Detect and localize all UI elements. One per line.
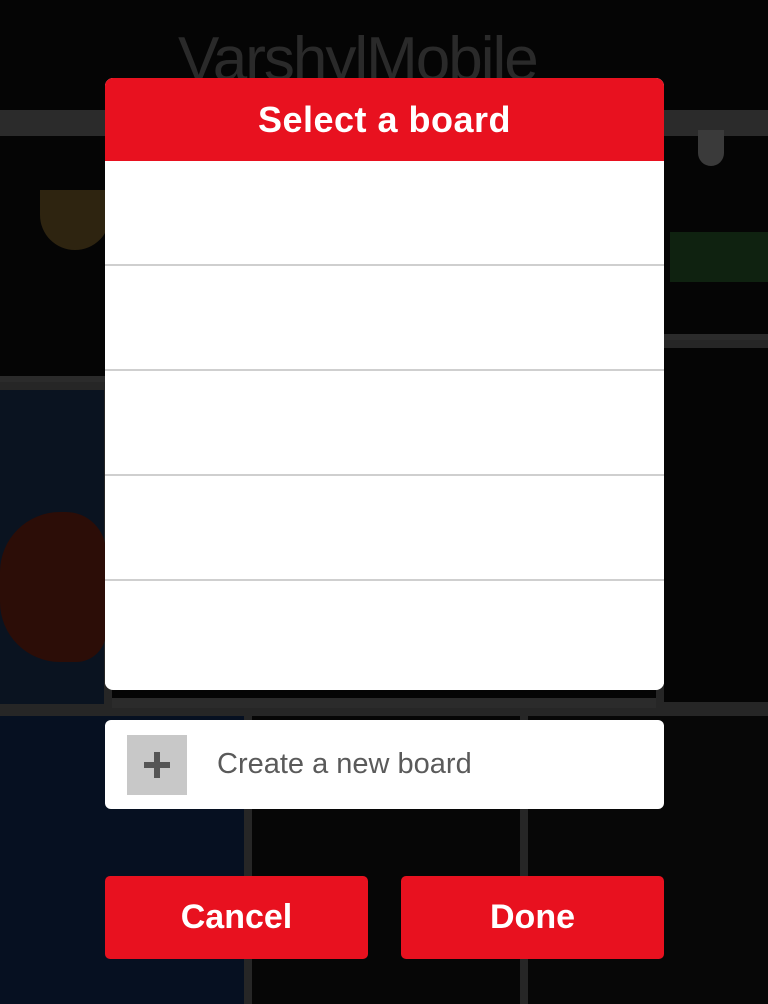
dialog-title: Select a board <box>257 98 512 140</box>
dialog-header: Select a board <box>105 78 664 161</box>
create-new-board-label: Create a new board <box>217 748 472 780</box>
create-new-board-button[interactable]: Create a new board <box>105 720 664 809</box>
board-list-item-4[interactable] <box>105 476 664 581</box>
plus-icon <box>127 734 187 795</box>
board-list-item-3[interactable] <box>105 371 664 476</box>
background-trophy-icon <box>40 190 110 250</box>
screen: VarshylMobile Select a board Create a ne… <box>0 0 768 1004</box>
select-board-dialog: Select a board <box>105 78 664 690</box>
background-ball-icon <box>0 512 106 662</box>
board-list-item-2[interactable] <box>105 266 664 371</box>
board-list-item-5[interactable] <box>105 581 664 686</box>
cancel-button[interactable]: Cancel <box>105 876 368 959</box>
board-list-item-1[interactable] <box>105 161 664 266</box>
done-button[interactable]: Done <box>401 876 664 959</box>
board-list <box>105 161 664 686</box>
background-quiz-fragment <box>670 232 768 282</box>
background-tile-right <box>656 340 768 710</box>
background-pin-icon <box>698 130 724 166</box>
